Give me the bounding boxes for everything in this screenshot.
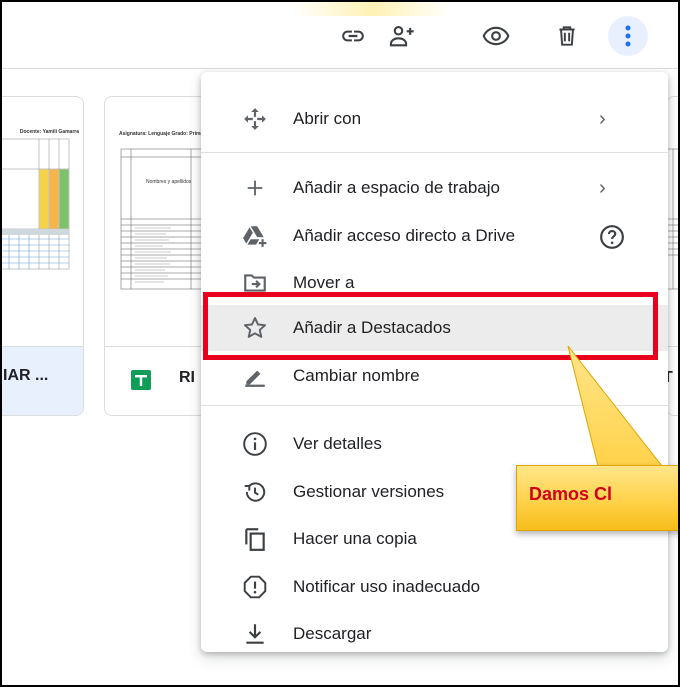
chevron-right-icon: › bbox=[599, 107, 606, 130]
help-icon[interactable] bbox=[599, 224, 625, 255]
menu-item-label: Gestionar versiones bbox=[293, 482, 445, 501]
menu-item-label: Ver detalles bbox=[293, 434, 382, 453]
history-icon bbox=[241, 478, 269, 506]
menu-item-label: Añadir acceso directo a Drive bbox=[293, 226, 516, 245]
top-toolbar bbox=[2, 2, 678, 69]
link-icon[interactable] bbox=[337, 20, 369, 52]
menu-separator bbox=[201, 152, 668, 153]
callout-text: Damos Cl bbox=[529, 484, 613, 504]
delete-icon[interactable] bbox=[551, 20, 583, 52]
menu-item-open-with[interactable]: Abrir con › bbox=[201, 96, 668, 142]
menu-item-label: Descargar bbox=[293, 624, 372, 643]
file-card-1[interactable]: Docente: Yamili Gamarra IAR ... bbox=[2, 96, 84, 416]
callout-box: Damos Cl bbox=[516, 465, 678, 531]
menu-item-add-workspace[interactable]: Añadir a espacio de trabajo › bbox=[201, 165, 668, 211]
menu-item-label: Abrir con bbox=[293, 109, 362, 128]
menu-item-label: Añadir a espacio de trabajo bbox=[293, 178, 500, 197]
file-thumbnail: Docente: Yamili Gamarra bbox=[2, 109, 79, 294]
download-icon bbox=[241, 620, 269, 648]
file-title: RI bbox=[179, 369, 195, 386]
menu-item-label: Mover a bbox=[293, 273, 355, 292]
info-icon bbox=[241, 430, 269, 458]
callout-pointer bbox=[567, 345, 664, 467]
menu-item-label: Cambiar nombre bbox=[293, 366, 420, 385]
file-card-footer: IAR ... bbox=[2, 346, 83, 415]
rename-icon bbox=[241, 362, 269, 390]
screenshot-frame: Docente: Yamili Gamarra IAR ... Asignatu… bbox=[0, 0, 680, 687]
watermark bbox=[292, 2, 452, 16]
menu-item-label: Hacer una copia bbox=[293, 529, 417, 548]
menu-item-label: Notificar uso inadecuado bbox=[293, 577, 481, 596]
more-vert-icon bbox=[625, 25, 631, 47]
preview-icon[interactable] bbox=[480, 20, 512, 52]
open-with-icon bbox=[241, 105, 269, 133]
file-title: IAR ... bbox=[3, 367, 49, 384]
copy-icon bbox=[241, 525, 269, 553]
sheets-icon bbox=[131, 370, 151, 390]
chevron-right-icon: › bbox=[599, 176, 606, 199]
add-icon bbox=[241, 174, 269, 202]
menu-item-download[interactable]: Descargar bbox=[201, 611, 668, 657]
file-thumbnail bbox=[667, 109, 678, 294]
menu-item-add-shortcut[interactable]: Añadir acceso directo a Drive bbox=[201, 213, 668, 259]
share-icon[interactable] bbox=[386, 20, 418, 52]
more-actions-button[interactable] bbox=[608, 16, 648, 56]
toolbar-divider bbox=[2, 68, 678, 69]
report-icon bbox=[241, 573, 269, 601]
menu-item-report-abuse[interactable]: Notificar uso inadecuado bbox=[201, 564, 668, 610]
drive-shortcut-icon bbox=[241, 222, 269, 250]
